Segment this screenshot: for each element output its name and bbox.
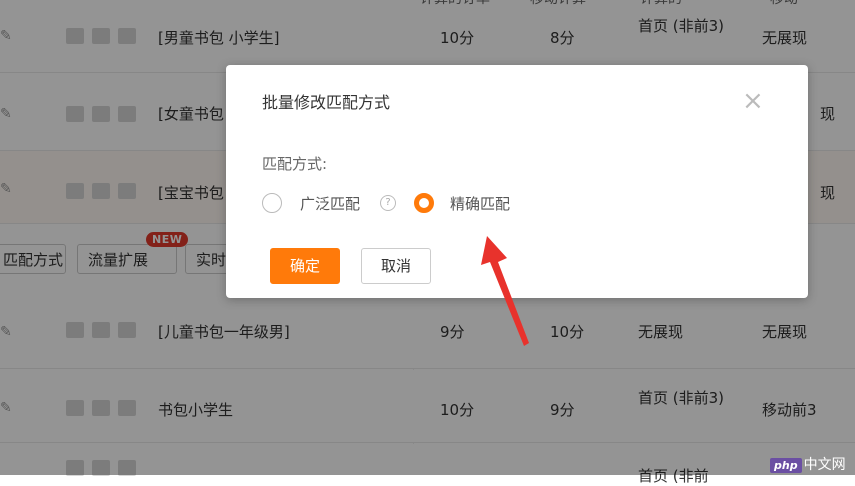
watermark-text: 中文网	[803, 457, 846, 473]
help-icon[interactable]: ?	[380, 195, 396, 211]
dialog-title: 批量修改匹配方式	[262, 93, 391, 112]
confirm-button[interactable]: 确定	[270, 248, 340, 284]
batch-match-mode-dialog: 批量修改匹配方式 × 匹配方式: 广泛匹配 ? 精确匹配 确定 取消	[226, 65, 808, 298]
match-mode-label: 匹配方式:	[262, 155, 328, 173]
cancel-button[interactable]: 取消	[361, 248, 431, 284]
close-icon[interactable]: ×	[742, 88, 764, 114]
exact-match-radio[interactable]	[414, 193, 434, 213]
broad-match-radio[interactable]	[262, 193, 282, 213]
match-mode-options: 广泛匹配 ? 精确匹配	[262, 191, 582, 215]
watermark: php 中文网	[770, 454, 846, 474]
broad-match-label[interactable]: 广泛匹配	[300, 193, 360, 214]
watermark-badge: php	[770, 458, 802, 473]
exact-match-label[interactable]: 精确匹配	[450, 193, 510, 214]
